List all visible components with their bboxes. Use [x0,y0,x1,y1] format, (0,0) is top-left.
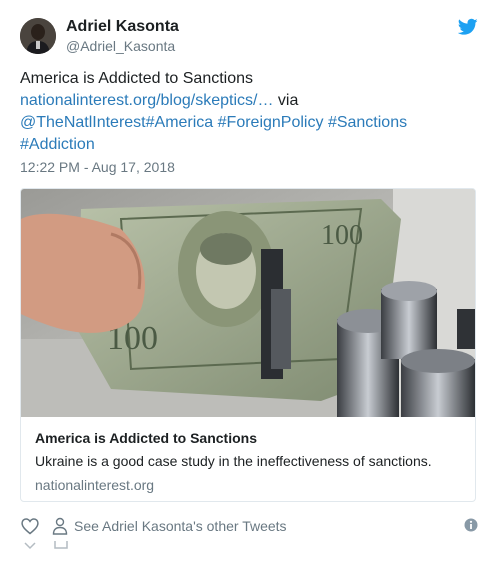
tweet-tags-line: @TheNatlInterest#America #ForeignPolicy … [20,112,460,134]
tweet-actions: See Adriel Kasonta's other Tweets [20,516,480,538]
avatar-photo [20,18,56,54]
card-domain: nationalinterest.org [35,477,155,493]
via-text: via [273,92,299,109]
card-description: Ukraine is a good case study in the inef… [35,453,432,469]
hashtag-america[interactable]: #America [146,114,214,131]
embedded-tweet: Adriel Kasonta @Adriel_Kasonta America i… [0,0,495,567]
author-name[interactable]: Adriel Kasonta [66,18,179,36]
tweet-link-line: nationalinterest.org/blog/skeptics/… via [20,90,460,112]
twitter-bird-icon[interactable] [458,18,478,36]
author-handle[interactable]: @Adriel_Kasonta [66,38,175,54]
tweet-headline: America is Addicted to Sanctions [20,70,254,87]
tweet-text: America is Addicted to Sanctions nationa… [20,68,460,156]
mention-link[interactable]: @TheNatlInterest [20,114,146,131]
bottom-bar-icon [54,541,68,549]
chevron-down-icon[interactable] [24,540,36,550]
tweet-tags-line-2: #Addiction [20,134,460,156]
svg-text:100: 100 [321,220,363,251]
tweet-timestamp[interactable]: 12:22 PM - Aug 17, 2018 [20,159,175,175]
tweet-url-link[interactable]: nationalinterest.org/blog/skeptics/… [20,92,273,109]
heart-icon[interactable] [20,516,40,536]
info-icon[interactable] [464,518,478,532]
link-card[interactable]: 100 100 America is Addicted to Sanctions… [20,188,476,502]
hashtag-sanctions[interactable]: #Sanctions [328,114,407,131]
hashtag-addiction[interactable]: #Addiction [20,136,95,153]
card-image: 100 100 [21,189,475,417]
hashtag-foreignpolicy[interactable]: #ForeignPolicy [218,114,324,131]
see-other-tweets-link[interactable]: See Adriel Kasonta's other Tweets [74,518,287,534]
profile-icon[interactable] [52,517,68,535]
card-title: America is Addicted to Sanctions [35,430,257,446]
avatar[interactable] [20,18,56,54]
